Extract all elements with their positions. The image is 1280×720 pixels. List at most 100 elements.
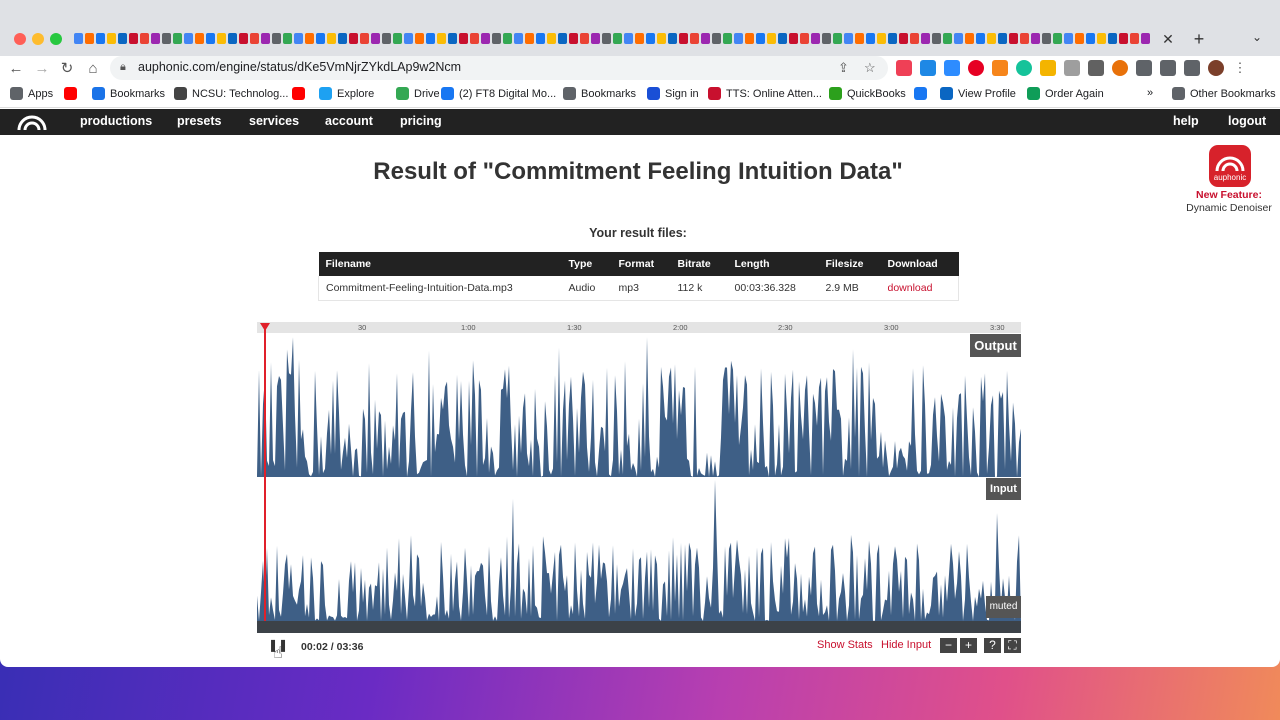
bookmark-item[interactable]: Apps: [10, 87, 53, 100]
reload-icon[interactable]: ↻: [57, 59, 77, 79]
address-bar[interactable]: 🔒︎ auphonic.com/engine/status/dKe5VmNjrZ…: [110, 56, 888, 80]
tab-favicon-icon[interactable]: [767, 33, 776, 44]
tab-favicon-icon[interactable]: [1108, 33, 1117, 44]
tab-favicon-icon[interactable]: [107, 33, 116, 44]
tab-favicon-icon[interactable]: [459, 33, 468, 44]
share-icon[interactable]: ⇪: [838, 60, 849, 76]
promo-title[interactable]: New Feature:: [1180, 189, 1278, 201]
tab-favicon-icon[interactable]: [1042, 33, 1051, 44]
tab-favicon-icon[interactable]: [184, 33, 193, 44]
tab-favicon-icon[interactable]: [987, 33, 996, 44]
tab-favicon-icon[interactable]: [646, 33, 655, 44]
scroll-bar[interactable]: [257, 621, 1021, 633]
playhead[interactable]: [264, 328, 266, 621]
tab-favicon-icon[interactable]: [382, 33, 391, 44]
tab-close-icon[interactable]: ✕: [1158, 28, 1178, 50]
bookmark-item[interactable]: Order Again: [1027, 87, 1104, 100]
tab-favicon-icon[interactable]: [558, 33, 567, 44]
promo-subtitle[interactable]: Dynamic Denoiser: [1180, 202, 1278, 214]
tab-favicon-icon[interactable]: [349, 33, 358, 44]
tab-favicon-icon[interactable]: [1009, 33, 1018, 44]
tab-favicon-icon[interactable]: [272, 33, 281, 44]
zoom-out-icon[interactable]: −: [940, 638, 957, 653]
extension-icon[interactable]: [1088, 60, 1104, 76]
timeline-ruler[interactable]: 30 1:00 1:30 2:00 2:30 3:00 3:30: [257, 322, 1021, 333]
extension-icon[interactable]: [920, 60, 936, 76]
tab-favicon-icon[interactable]: [1020, 33, 1029, 44]
notes-extension-icon[interactable]: [1040, 60, 1056, 76]
tab-favicon-icon[interactable]: [151, 33, 160, 44]
tab-favicon-icon[interactable]: [360, 33, 369, 44]
tab-favicon-icon[interactable]: [316, 33, 325, 44]
tab-favicon-icon[interactable]: [1031, 33, 1040, 44]
tab-favicon-icon[interactable]: [954, 33, 963, 44]
tab-favicon-icon[interactable]: [591, 33, 600, 44]
forward-icon[interactable]: →: [32, 59, 52, 79]
tab-favicon-icon[interactable]: [580, 33, 589, 44]
back-icon[interactable]: ←: [6, 59, 26, 79]
reading-list-icon[interactable]: [1160, 60, 1176, 76]
nav-productions[interactable]: productions: [80, 114, 152, 128]
tab-favicon-icon[interactable]: [327, 33, 336, 44]
tab-favicon-icon[interactable]: [811, 33, 820, 44]
tab-favicon-icon[interactable]: [1086, 33, 1095, 44]
hide-input-button[interactable]: Hide Input: [881, 639, 931, 651]
pocket-icon[interactable]: [896, 60, 912, 76]
tab-favicon-icon[interactable]: [888, 33, 897, 44]
tab-favicon-icon[interactable]: [206, 33, 215, 44]
avatar[interactable]: [1208, 60, 1224, 76]
download-link[interactable]: download: [888, 282, 933, 294]
tab-favicon-icon[interactable]: [74, 33, 83, 44]
tab-favicon-icon[interactable]: [415, 33, 424, 44]
tab-favicon-icon[interactable]: [96, 33, 105, 44]
tab-favicon-icon[interactable]: [701, 33, 710, 44]
bookmarks-overflow[interactable]: »: [1147, 87, 1153, 99]
tab-favicon-icon[interactable]: [371, 33, 380, 44]
tab-favicon-icon[interactable]: [129, 33, 138, 44]
tab-favicon-icon[interactable]: [239, 33, 248, 44]
tab-favicon-icon[interactable]: [690, 33, 699, 44]
nav-presets[interactable]: presets: [177, 114, 221, 128]
tab-favicon-icon[interactable]: [305, 33, 314, 44]
close-window-button[interactable]: [14, 33, 26, 45]
playhead-marker-icon[interactable]: [260, 323, 270, 331]
bookmark-item[interactable]: View Profile: [940, 87, 1016, 100]
zoom-icon[interactable]: [944, 60, 960, 76]
help-icon[interactable]: ?: [984, 638, 1001, 653]
metamask-icon[interactable]: [992, 60, 1008, 76]
tab-favicon-icon[interactable]: [910, 33, 919, 44]
tab-favicon-icon[interactable]: [866, 33, 875, 44]
side-panel-icon[interactable]: [1184, 60, 1200, 76]
tab-favicon-icon[interactable]: [976, 33, 985, 44]
tab-favicon-icon[interactable]: [998, 33, 1007, 44]
bookmark-item[interactable]: [914, 87, 927, 100]
tab-favicon-icon[interactable]: [1075, 33, 1084, 44]
tab-favicon-icon[interactable]: [1097, 33, 1106, 44]
bookmark-item[interactable]: [292, 87, 305, 100]
tab-favicon-icon[interactable]: [602, 33, 611, 44]
extension-icon[interactable]: [1112, 60, 1128, 76]
tab-favicon-icon[interactable]: [833, 33, 842, 44]
bookmark-item[interactable]: NCSU: Technolog...: [174, 87, 288, 100]
tab-favicon-icon[interactable]: [734, 33, 743, 44]
tab-favicon-icon[interactable]: [657, 33, 666, 44]
auphonic-app-icon[interactable]: auphonic: [1209, 145, 1251, 187]
bookmark-item[interactable]: (2) FT8 Digital Mo...: [441, 87, 556, 100]
tab-favicon-icon[interactable]: [635, 33, 644, 44]
tab-favicon-icon[interactable]: [294, 33, 303, 44]
nav-account[interactable]: account: [325, 114, 373, 128]
tab-favicon-icon[interactable]: [723, 33, 732, 44]
tab-favicon-icon[interactable]: [261, 33, 270, 44]
tab-favicon-icon[interactable]: [921, 33, 930, 44]
tab-favicon-icon[interactable]: [569, 33, 578, 44]
bookmark-item[interactable]: TTS: Online Atten...: [708, 87, 822, 100]
input-waveform[interactable]: Input muted: [257, 477, 1021, 621]
tab-favicon-icon[interactable]: [283, 33, 292, 44]
tab-favicon-icon[interactable]: [162, 33, 171, 44]
tab-favicon-icon[interactable]: [448, 33, 457, 44]
maximize-window-button[interactable]: [50, 33, 62, 45]
other-bookmarks[interactable]: Other Bookmarks: [1172, 87, 1276, 100]
minimize-window-button[interactable]: [32, 33, 44, 45]
grammarly-icon[interactable]: [1016, 60, 1032, 76]
tab-favicon-icon[interactable]: [800, 33, 809, 44]
